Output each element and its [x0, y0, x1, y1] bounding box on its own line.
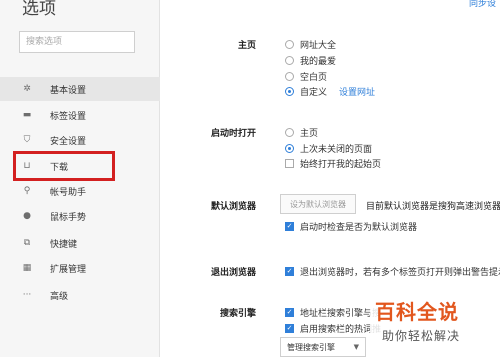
- highlight-box: [13, 151, 115, 181]
- always-open-start-checkbox[interactable]: 始终打开我的起始页: [285, 157, 381, 170]
- sidebar: 选项 搜索选项 ✲ 基本设置 ▬ 标签设置 ⛉ 安全设置 ⊔ 下载 ⚲ 帐号助手…: [0, 0, 160, 357]
- startup-option-home[interactable]: 主页: [285, 126, 318, 139]
- checkbox-icon[interactable]: ✓: [285, 267, 294, 276]
- radio-icon[interactable]: [285, 40, 294, 49]
- watermark-logo: 百科全说: [375, 300, 459, 324]
- search-input[interactable]: 搜索选项: [19, 31, 135, 53]
- mouse-icon: ●: [23, 211, 31, 221]
- sidebar-item-mouse[interactable]: ● 鼠标手势: [0, 204, 160, 228]
- exit-warning-checkbox[interactable]: ✓ 退出浏览器时，若有多个标签页打开则弹出警告提示: [285, 265, 500, 278]
- grid-icon: ▦: [22, 263, 32, 273]
- sync-link[interactable]: 同步设: [469, 0, 496, 9]
- sidebar-item-label: 扩展管理: [50, 264, 87, 275]
- exit-browser-label: 退出浏览器: [210, 268, 256, 278]
- radio-icon[interactable]: [285, 144, 294, 153]
- sidebar-item-advanced[interactable]: ··· 高级: [0, 283, 160, 307]
- chevron-down-icon: ▼: [353, 343, 359, 351]
- address-bar-search-checkbox[interactable]: ✓ 地址栏搜索引擎与搜: [285, 306, 381, 319]
- tab-icon: ▬: [22, 110, 32, 120]
- page-title: 选项: [22, 0, 56, 19]
- search-engine-label: 搜索引擎: [219, 309, 256, 319]
- radio-icon[interactable]: [285, 128, 294, 137]
- more-icon: ···: [22, 290, 32, 300]
- default-browser-status: 目前默认浏览器是搜狗高速浏览器: [366, 202, 500, 212]
- homepage-option-favorites[interactable]: 我的最爱: [285, 54, 336, 67]
- checkbox-icon[interactable]: ✓: [285, 222, 294, 231]
- hot-words-checkbox[interactable]: ✓ 启用搜索栏的热词推: [285, 322, 381, 335]
- startup-label: 启动时打开: [210, 129, 256, 139]
- watermark-subtitle: 助你轻松解决: [382, 329, 461, 343]
- checkbox-icon[interactable]: ✓: [285, 324, 294, 333]
- sidebar-item-label: 帐号助手: [50, 187, 87, 198]
- sidebar-item-label: 安全设置: [50, 136, 87, 147]
- sidebar-item-tabs[interactable]: ▬ 标签设置: [0, 103, 160, 127]
- sidebar-item-label: 鼠标手势: [50, 212, 87, 223]
- set-default-browser-button[interactable]: 设为默认浏览器: [280, 194, 356, 214]
- set-url-link[interactable]: 设置网址: [339, 85, 375, 98]
- sidebar-item-shortcut[interactable]: ⧉ 快捷键: [0, 231, 160, 255]
- sidebar-item-security[interactable]: ⛉ 安全设置: [0, 128, 160, 152]
- sidebar-item-account[interactable]: ⚲ 帐号助手: [0, 179, 160, 203]
- sidebar-item-label: 基本设置: [50, 85, 87, 96]
- sidebar-item-label: 高级: [50, 291, 69, 302]
- gear-icon: ✲: [23, 84, 31, 94]
- shield-icon: ⛉: [23, 135, 31, 145]
- checkbox-icon[interactable]: ✓: [285, 308, 294, 317]
- checkbox-icon[interactable]: [285, 159, 294, 168]
- sidebar-item-label: 快捷键: [50, 239, 78, 250]
- default-browser-label: 默认浏览器: [210, 202, 256, 212]
- radio-icon[interactable]: [285, 56, 294, 65]
- startup-option-last-session[interactable]: 上次未关闭的页面: [285, 142, 372, 155]
- shortcut-icon: ⧉: [23, 238, 31, 248]
- manage-search-engine-select[interactable]: 管理搜索引擎 ▼: [280, 337, 366, 357]
- sidebar-item-basic[interactable]: ✲ 基本设置: [0, 77, 160, 101]
- homepage-label: 主页: [237, 41, 256, 51]
- key-icon: ⚲: [23, 186, 31, 196]
- check-default-checkbox[interactable]: ✓ 启动时检查是否为默认浏览器: [285, 220, 417, 233]
- radio-icon[interactable]: [285, 72, 294, 81]
- radio-icon[interactable]: [285, 87, 294, 96]
- sidebar-item-label: 标签设置: [50, 111, 87, 122]
- sidebar-item-extensions[interactable]: ▦ 扩展管理: [0, 256, 160, 280]
- homepage-option-blank[interactable]: 空白页: [285, 70, 327, 83]
- homepage-option-custom[interactable]: 自定义 设置网址: [285, 85, 375, 98]
- homepage-option-nav[interactable]: 网址大全: [285, 38, 336, 51]
